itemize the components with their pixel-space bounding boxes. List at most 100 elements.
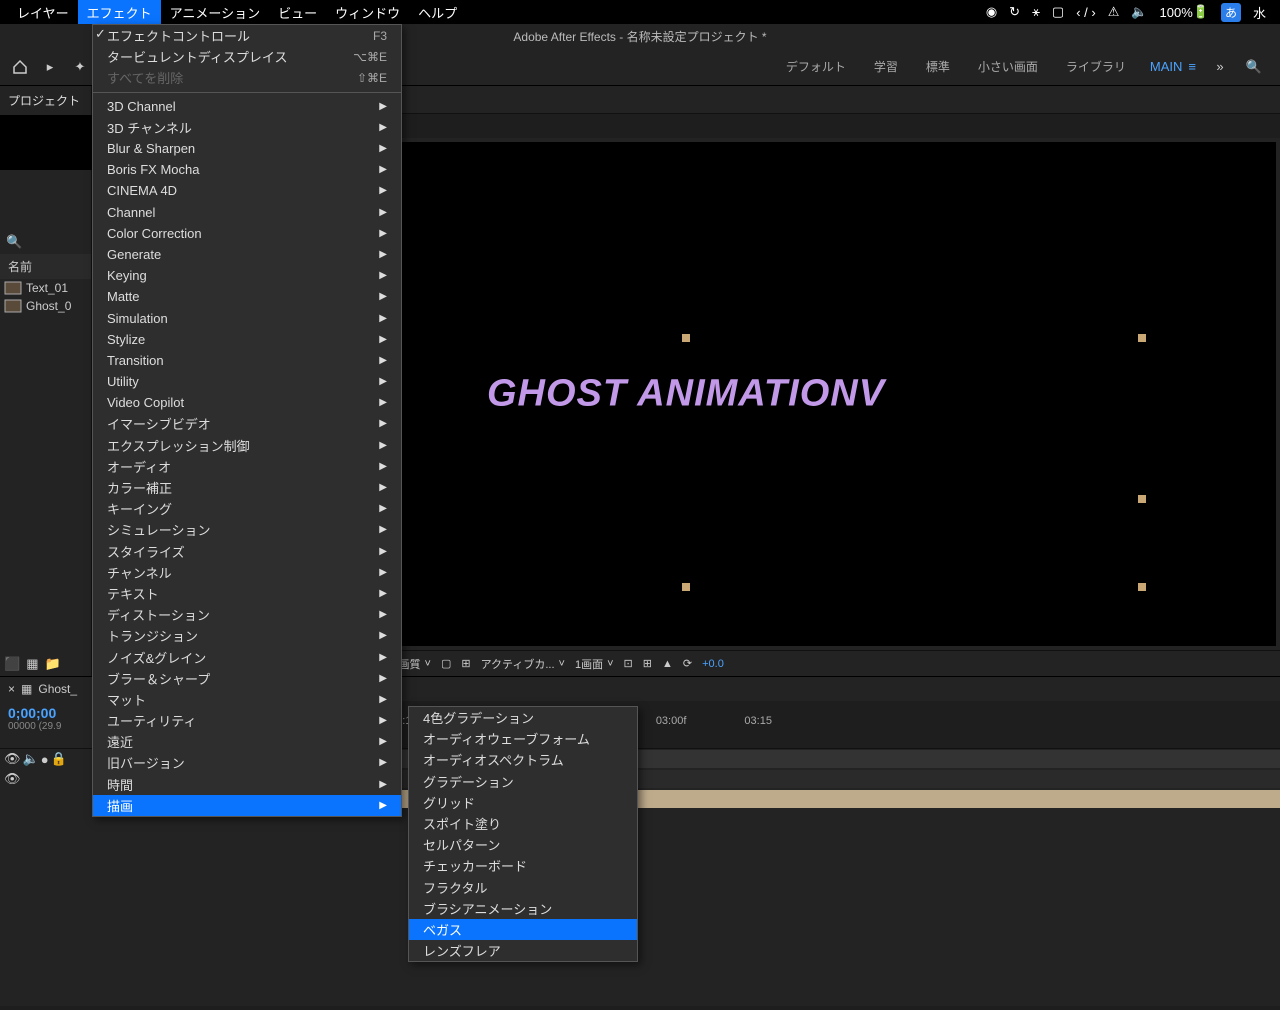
menu-item-effect[interactable]: ベガス xyxy=(409,919,637,940)
bpc-icon[interactable]: ▦ xyxy=(26,656,38,672)
bluetooth-icon[interactable]: ⚹ xyxy=(1026,0,1046,24)
timecode[interactable]: 0;00;00 xyxy=(8,705,84,721)
menu-item-category[interactable]: スタイライズ▶ xyxy=(93,541,401,562)
menu-item-effect[interactable]: レンズフレア xyxy=(409,940,637,961)
menu-item-effect[interactable]: グリッド xyxy=(409,792,637,813)
menu-item-category[interactable]: Boris FX Mocha▶ xyxy=(93,159,401,180)
menu-item-effect-controls[interactable]: ✓エフェクトコントロール F3 xyxy=(93,25,401,46)
menu-item-category[interactable]: 3D Channel▶ xyxy=(93,96,401,117)
menu-item-category[interactable]: Matte▶ xyxy=(93,286,401,307)
menu-help[interactable]: ヘルプ xyxy=(409,0,466,24)
transform-handle[interactable] xyxy=(1138,495,1146,503)
asset-row[interactable]: Text_01 xyxy=(0,279,91,297)
chevrons-icon[interactable]: » xyxy=(1208,55,1232,79)
misc-icon[interactable]: ▲ xyxy=(662,658,673,670)
menu-item-category[interactable]: ディストーション▶ xyxy=(93,604,401,625)
menu-item-category[interactable]: Generate▶ xyxy=(93,244,401,265)
workspace-default[interactable]: デフォルト xyxy=(774,54,858,79)
menu-item-category[interactable]: ユーティリティ▶ xyxy=(93,710,401,731)
workspace-library[interactable]: ライブラリ xyxy=(1054,54,1138,79)
interpret-footage-icon[interactable]: ⬛ xyxy=(4,656,20,672)
menu-item-effect[interactable]: グラデーション xyxy=(409,771,637,792)
menu-item-category[interactable]: Transition▶ xyxy=(93,350,401,371)
workspace-standard[interactable]: 標準 xyxy=(914,54,962,79)
project-tab[interactable]: プロジェクト xyxy=(0,86,91,115)
menu-layer[interactable]: レイヤー xyxy=(8,0,78,24)
menu-item-effect[interactable]: 4色グラデーション xyxy=(409,707,637,728)
volume-icon[interactable]: 🔈 xyxy=(1125,0,1153,24)
transform-handle[interactable] xyxy=(1138,334,1146,342)
menu-item-category[interactable]: チャンネル▶ xyxy=(93,562,401,583)
menu-item-category[interactable]: Utility▶ xyxy=(93,371,401,392)
misc-icon[interactable]: ⊞ xyxy=(643,657,652,670)
lock-icon[interactable]: 🔒 xyxy=(51,751,67,767)
eye-icon[interactable]: 👁 xyxy=(4,751,21,767)
workspace-learn[interactable]: 学習 xyxy=(862,54,910,79)
hand-tool-icon[interactable]: ✦ xyxy=(68,55,92,79)
asset-row[interactable]: Ghost_0 xyxy=(0,297,91,315)
solo-icon[interactable]: ● xyxy=(41,752,49,767)
menu-view[interactable]: ビュー xyxy=(269,0,326,24)
menu-effect[interactable]: エフェクト xyxy=(78,0,161,24)
menu-item-category[interactable]: シミュレーション▶ xyxy=(93,519,401,540)
menu-item-turbulent-displace[interactable]: タービュレントディスプレイス ⌥⌘E xyxy=(93,46,401,67)
menu-item-effect[interactable]: チェッカーボード xyxy=(409,855,637,876)
close-tab-icon[interactable]: × xyxy=(8,682,15,696)
transform-handle[interactable] xyxy=(682,334,690,342)
menu-item-effect[interactable]: オーディオウェーブフォーム xyxy=(409,728,637,749)
menu-item-category[interactable]: マット▶ xyxy=(93,689,401,710)
camera-dropdown[interactable]: アクティブカ... ˅ xyxy=(481,656,565,672)
menu-item-category[interactable]: オーディオ▶ xyxy=(93,456,401,477)
menu-item-category[interactable]: 旧バージョン▶ xyxy=(93,752,401,773)
menu-item-category[interactable]: 時間▶ xyxy=(93,774,401,795)
menu-item-category[interactable]: トランジション▶ xyxy=(93,625,401,646)
menu-item-category[interactable]: Simulation▶ xyxy=(93,307,401,328)
creative-cloud-icon[interactable]: ◉ xyxy=(980,0,1003,24)
airplay-icon[interactable]: ▢ xyxy=(1046,0,1070,24)
canvas-text-layer[interactable]: GHOST ANIMATIONV xyxy=(487,373,885,416)
time-machine-icon[interactable]: ↻ xyxy=(1003,0,1026,24)
menu-item-category[interactable]: イマーシブビデオ▶ xyxy=(93,413,401,434)
menu-item-category[interactable]: Channel▶ xyxy=(93,202,401,223)
menu-item-effect[interactable]: フラクタル xyxy=(409,877,637,898)
transform-handle[interactable] xyxy=(1138,583,1146,591)
toggle-icon[interactable]: ⊞ xyxy=(461,657,470,670)
selection-tool-icon[interactable]: ▸ xyxy=(38,55,62,79)
misc-icon[interactable]: ⊡ xyxy=(624,657,633,670)
battery-percent[interactable]: 100% 🔋 xyxy=(1154,0,1215,24)
menu-item-category[interactable]: テキスト▶ xyxy=(93,583,401,604)
menu-item-category[interactable]: キーイング▶ xyxy=(93,498,401,519)
menu-item-category[interactable]: CINEMA 4D▶ xyxy=(93,180,401,201)
menu-item-category[interactable]: Keying▶ xyxy=(93,265,401,286)
menu-item-category[interactable]: Color Correction▶ xyxy=(93,223,401,244)
menu-item-category[interactable]: Blur & Sharpen▶ xyxy=(93,138,401,159)
ime-indicator[interactable]: あ xyxy=(1215,0,1247,24)
wifi-icon[interactable]: ⚠︎ xyxy=(1102,0,1126,24)
menu-animation[interactable]: アニメーション xyxy=(161,0,269,24)
misc-icon[interactable]: ⟳ xyxy=(683,657,692,670)
menu-item-category[interactable]: Stylize▶ xyxy=(93,329,401,350)
project-search-input[interactable] xyxy=(26,235,85,249)
search-icon[interactable]: 🔍 xyxy=(1242,55,1266,79)
menu-item-category[interactable]: ノイズ&グレイン▶ xyxy=(93,646,401,667)
date-day[interactable]: 水 xyxy=(1247,0,1272,24)
transform-handle[interactable] xyxy=(682,583,690,591)
views-dropdown[interactable]: 1画面 ˅ xyxy=(575,656,614,672)
workspace-small[interactable]: 小さい画面 xyxy=(966,54,1050,79)
menu-item-category[interactable]: カラー補正▶ xyxy=(93,477,401,498)
menu-item-category[interactable]: 3D チャンネル▶ xyxy=(93,117,401,138)
timeline-tab[interactable]: Ghost_ xyxy=(38,682,77,696)
new-folder-icon[interactable]: 📁 xyxy=(44,656,60,672)
menu-item-category[interactable]: ブラー＆シャープ▶ xyxy=(93,668,401,689)
menu-item-effect[interactable]: セルパターン xyxy=(409,834,637,855)
menu-item-category[interactable]: Video Copilot▶ xyxy=(93,392,401,413)
audio-icon[interactable]: 🔈 xyxy=(23,751,39,767)
workspace-main[interactable]: MAIN ≡ xyxy=(1142,55,1204,78)
name-column-header[interactable]: 名前 xyxy=(0,254,91,279)
menu-item-category[interactable]: エクスプレッション制御▶ xyxy=(93,435,401,456)
menu-window[interactable]: ウィンドウ xyxy=(326,0,409,24)
home-icon[interactable] xyxy=(8,55,32,79)
eye-icon[interactable]: 👁 xyxy=(4,771,21,787)
menu-item-effect[interactable]: スポイト塗り xyxy=(409,813,637,834)
exposure-value[interactable]: +0.0 xyxy=(702,658,724,670)
